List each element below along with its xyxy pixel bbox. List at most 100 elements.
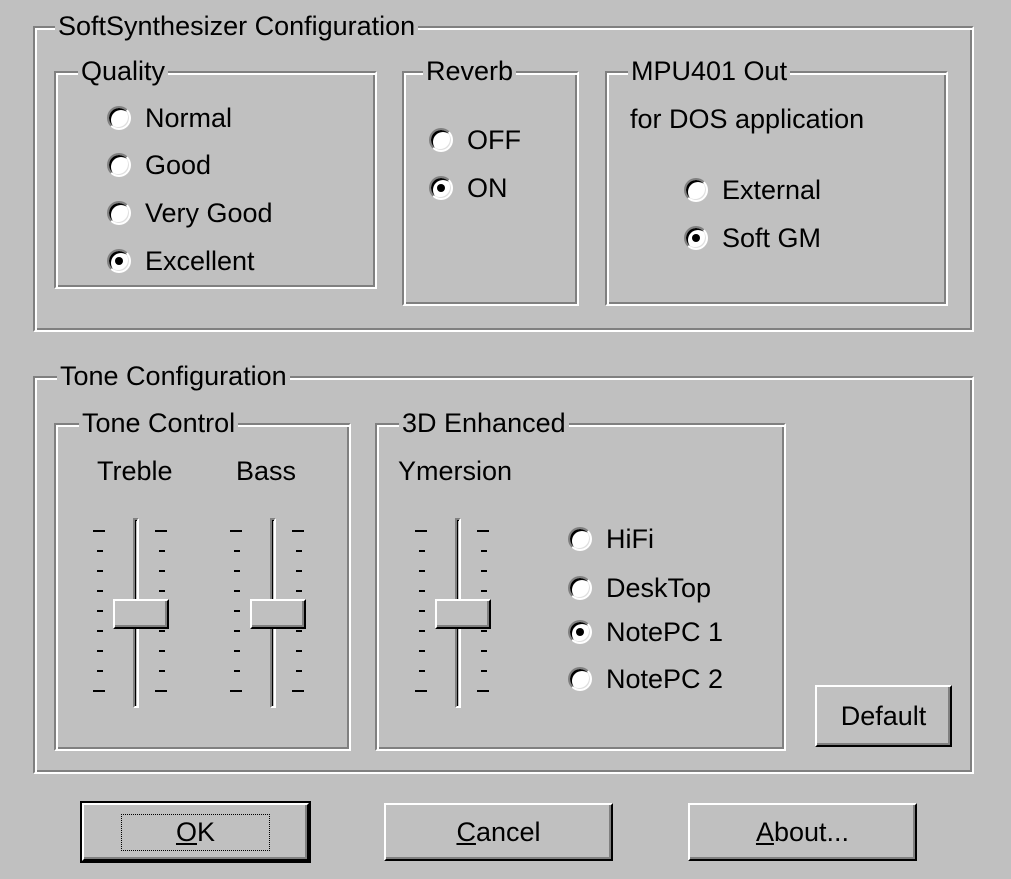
slider-tick: [234, 550, 240, 552]
slider-tick: [296, 630, 302, 632]
slider-tick: [234, 570, 240, 572]
desktop-radio[interactable]: DeskTop: [568, 573, 711, 603]
slider-tick: [230, 690, 242, 692]
cancel-label: ancel: [475, 816, 541, 847]
ymersion-label: Ymersion: [398, 456, 513, 486]
slider-tick: [481, 630, 487, 632]
slider-tick: [159, 570, 165, 572]
mpu-external-radio[interactable]: External: [684, 175, 821, 205]
radio-circle-icon: [429, 176, 453, 200]
mpu-subtitle: for DOS application: [630, 104, 865, 134]
about-button[interactable]: About...: [688, 803, 917, 861]
slider-tick: [234, 670, 240, 672]
slider-tick: [419, 610, 425, 612]
slider-thumb[interactable]: [113, 599, 169, 629]
radio-label: External: [722, 175, 822, 205]
slider-tick: [159, 550, 165, 552]
reverb-off-radio[interactable]: OFF: [429, 125, 521, 155]
slider-tick: [155, 690, 167, 692]
slider-tick: [155, 530, 167, 532]
slider-tick: [415, 530, 427, 532]
bass-label: Bass: [236, 456, 297, 486]
ok-focus-rect: OK: [120, 813, 271, 851]
radio-circle-icon: [684, 178, 708, 202]
quality-title: Quality: [78, 56, 169, 86]
slider-tick: [159, 590, 165, 592]
slider-tick: [296, 670, 302, 672]
slider-tick: [97, 650, 103, 652]
hifi-radio[interactable]: HiFi: [568, 524, 654, 554]
ok-button[interactable]: OK: [80, 801, 311, 863]
bass-slider[interactable]: [230, 518, 320, 718]
slider-tick: [97, 550, 103, 552]
slider-thumb[interactable]: [435, 599, 491, 629]
slider-tick: [419, 590, 425, 592]
slider-tick: [481, 550, 487, 552]
slider-tick: [159, 630, 165, 632]
slider-tick: [234, 630, 240, 632]
slider-tick: [97, 630, 103, 632]
mpu-title: MPU401 Out: [628, 56, 791, 86]
slider-tick: [481, 590, 487, 592]
quality-excellent-radio[interactable]: Excellent: [107, 246, 255, 276]
notepc1-radio[interactable]: NotePC 1: [568, 617, 723, 647]
slider-tick: [97, 670, 103, 672]
notepc2-radio[interactable]: NotePC 2: [568, 664, 723, 694]
slider-tick: [97, 590, 103, 592]
slider-tick: [296, 550, 302, 552]
radio-circle-icon: [568, 527, 592, 551]
radio-circle-icon: [429, 128, 453, 152]
ok-mnemonic: O: [175, 816, 197, 847]
slider-tick: [481, 650, 487, 652]
slider-tick: [230, 530, 242, 532]
radio-label: Good: [145, 150, 212, 180]
radio-label: HiFi: [606, 524, 654, 554]
default-button[interactable]: Default: [815, 685, 952, 747]
slider-tick: [296, 650, 302, 652]
slider-tick: [159, 650, 165, 652]
treble-slider[interactable]: [93, 518, 183, 718]
reverb-on-radio[interactable]: ON: [429, 173, 508, 203]
radio-label: NotePC 2: [606, 664, 724, 694]
slider-tick: [292, 530, 304, 532]
slider-tick: [477, 530, 489, 532]
radio-circle-icon: [568, 576, 592, 600]
radio-circle-icon: [568, 620, 592, 644]
radio-circle-icon: [107, 201, 131, 225]
radio-label: Very Good: [145, 198, 273, 228]
quality-normal-radio[interactable]: Normal: [107, 103, 232, 133]
cancel-button[interactable]: Cancel: [384, 803, 613, 861]
tone-config-title: Tone Configuration: [57, 361, 290, 391]
slider-tick: [415, 690, 427, 692]
slider-tick: [419, 650, 425, 652]
ymersion-slider[interactable]: [415, 518, 505, 718]
synth-config-title: SoftSynthesizer Configuration: [55, 11, 419, 41]
radio-label: Soft GM: [722, 223, 822, 253]
treble-label: Treble: [97, 456, 173, 486]
radio-circle-icon: [684, 226, 708, 250]
slider-tick: [234, 650, 240, 652]
radio-label: Excellent: [145, 246, 255, 276]
slider-tick: [93, 690, 105, 692]
radio-label: Normal: [145, 103, 233, 133]
radio-circle-icon: [107, 106, 131, 130]
slider-tick: [477, 690, 489, 692]
slider-tick: [419, 550, 425, 552]
slider-tick: [419, 570, 425, 572]
cancel-mnemonic: C: [456, 816, 476, 847]
radio-circle-icon: [107, 153, 131, 177]
quality-good-radio[interactable]: Good: [107, 150, 211, 180]
enhanced-3d-title: 3D Enhanced: [399, 408, 569, 438]
slider-tick: [481, 570, 487, 572]
slider-tick: [296, 590, 302, 592]
radio-label: ON: [467, 173, 508, 203]
slider-tick: [481, 670, 487, 672]
radio-circle-icon: [107, 249, 131, 273]
slider-tick: [159, 670, 165, 672]
slider-tick: [97, 610, 103, 612]
slider-thumb[interactable]: [250, 599, 306, 629]
slider-tick: [97, 570, 103, 572]
quality-very-good-radio[interactable]: Very Good: [107, 198, 273, 228]
mpu-soft-gm-radio[interactable]: Soft GM: [684, 223, 821, 253]
radio-label: NotePC 1: [606, 617, 724, 647]
